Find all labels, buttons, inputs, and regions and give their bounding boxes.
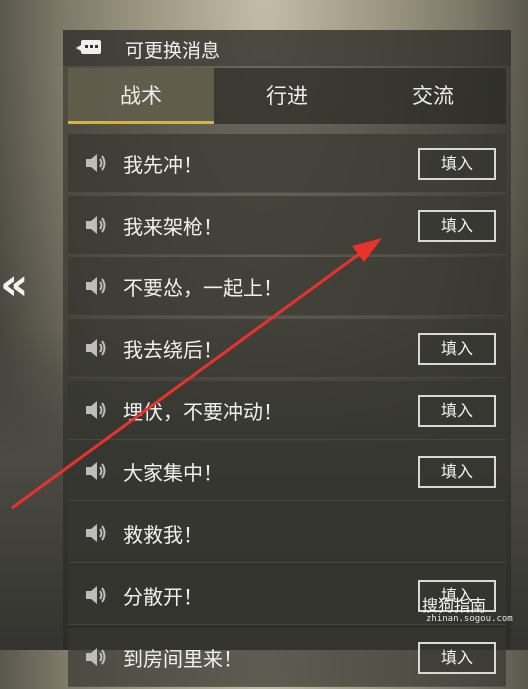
fill-button[interactable]: 填入 — [418, 148, 496, 180]
panel-header: 可更换消息 — [63, 30, 511, 66]
fill-button[interactable]: 填入 — [418, 333, 496, 366]
message-row[interactable]: 救救我！ — [68, 504, 506, 564]
message-row[interactable]: 埋伏，不要冲动！ 填入 — [68, 380, 506, 440]
message-row[interactable]: 我来架枪！ 填入 — [68, 195, 506, 255]
speaker-icon — [86, 400, 106, 419]
speaker-icon — [86, 585, 106, 604]
speaker-icon — [86, 524, 106, 543]
fill-button[interactable]: 填入 — [418, 209, 496, 242]
quick-message-panel: 可更换消息 战术 行进 交流 我先冲！ 填入 我来架枪！ 填入 不要怂，一起上！ 我去绕后… — [63, 30, 511, 687]
tab-movement[interactable]: 行进 — [214, 68, 360, 124]
message-row[interactable]: 大家集中！ 填入 — [68, 442, 506, 502]
tab-communication[interactable]: 交流 — [360, 68, 506, 124]
message-text: 救救我！ — [123, 523, 203, 548]
message-row[interactable]: 我去绕后！ 填入 — [68, 319, 506, 379]
panel-title: 可更换消息 — [125, 40, 221, 62]
speaker-icon — [86, 154, 106, 172]
speaker-icon — [86, 215, 106, 234]
fill-button[interactable]: 填入 — [418, 394, 496, 427]
message-text: 大家集中！ — [123, 461, 223, 486]
watermark: 搜狗指南 zhinan.sogou.com — [420, 592, 528, 650]
speaker-icon — [86, 277, 106, 296]
fill-button[interactable]: 填入 — [418, 456, 496, 489]
tab-bar: 战术 行进 交流 — [68, 68, 506, 124]
message-row[interactable]: 不要怂，一起上！ — [68, 257, 506, 317]
message-text: 到房间里来！ — [123, 646, 243, 671]
message-text: 埋伏，不要冲动！ — [123, 399, 283, 424]
speaker-icon — [86, 647, 106, 666]
collapse-chevron-icon[interactable]: « — [0, 262, 42, 308]
message-text: 不要怂，一起上！ — [123, 276, 283, 301]
message-text: 我来架枪！ — [123, 214, 223, 239]
watermark-logo: 搜狗指南 — [422, 596, 487, 615]
message-text: 分散开！ — [123, 584, 203, 609]
message-row[interactable]: 我先冲！ 填入 — [68, 134, 506, 193]
message-text: 我去绕后！ — [123, 338, 223, 363]
speaker-icon — [86, 339, 106, 358]
message-text: 我先冲！ — [123, 153, 203, 177]
watermark-url: zhinan.sogou.com — [426, 614, 513, 624]
speaker-icon — [86, 462, 106, 481]
chat-bubble-icon — [76, 40, 101, 54]
tab-tactics[interactable]: 战术 — [68, 68, 214, 124]
